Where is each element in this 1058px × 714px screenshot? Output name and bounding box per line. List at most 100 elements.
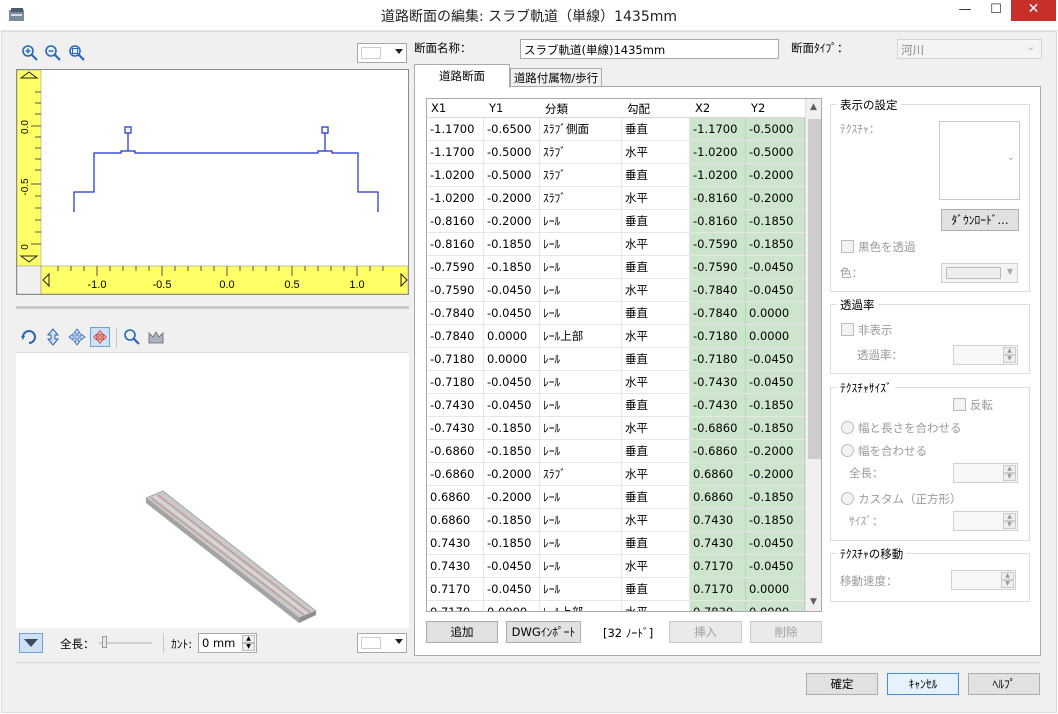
cell-y2[interactable]: -0.0450 [746, 371, 805, 393]
cell-x1[interactable]: -0.6860 [427, 440, 484, 462]
panel-splitter[interactable] [16, 306, 409, 309]
cell-class[interactable]: ｽﾗﾌﾞ [540, 187, 622, 209]
add-button[interactable]: 追加 [426, 621, 498, 643]
cell-slope[interactable]: 垂直 [622, 118, 690, 140]
texture-size-spinner[interactable]: ▲ ▼ [953, 511, 1018, 531]
table-row[interactable]: -1.1700 -0.5000 ｽﾗﾌﾞ 水平 -1.0200 -0.5000 [427, 141, 805, 164]
cell-y2[interactable]: -0.1850 [746, 210, 805, 232]
ok-button[interactable]: 確定 [806, 673, 878, 695]
cell-class[interactable]: ﾚｰﾙ [540, 486, 622, 508]
spin-down-icon[interactable]: ▼ [1003, 355, 1016, 363]
cell-x2[interactable]: -0.7180 [690, 325, 746, 347]
delete-button[interactable]: 削除 [750, 621, 822, 643]
cell-class[interactable]: ﾚｰﾙ [540, 279, 622, 301]
cell-y1[interactable]: -0.5000 [484, 164, 540, 186]
orbit-icon[interactable] [90, 327, 110, 347]
cell-y1[interactable]: -0.1850 [484, 417, 540, 439]
cell-class[interactable]: ﾚｰﾙ [540, 440, 622, 462]
vertical-scrollbar[interactable]: ▲ ▼ [805, 99, 821, 611]
cell-class[interactable]: ﾚｰﾙ上部 [540, 325, 622, 347]
column-header-class[interactable]: 分類 [545, 101, 568, 117]
cell-class[interactable]: ｽﾗﾌﾞ [540, 164, 622, 186]
cell-y2[interactable]: -0.1850 [746, 509, 805, 531]
pan-vertical-icon[interactable] [43, 327, 63, 347]
cell-slope[interactable]: 水平 [622, 187, 690, 209]
cell-x2[interactable]: 0.7170 [690, 578, 746, 600]
cell-x1[interactable]: 0.7430 [427, 555, 484, 577]
tab-road-attachments[interactable]: 道路付属物/歩行 [510, 68, 602, 87]
cell-x1[interactable]: 0.7170 [427, 578, 484, 600]
scroll-thumb[interactable] [808, 119, 821, 459]
move-icon[interactable] [67, 327, 87, 347]
cell-class[interactable]: ﾚｰﾙ [540, 348, 622, 370]
cell-class[interactable]: ﾚｰﾙ [540, 233, 622, 255]
cell-y2[interactable]: -0.0450 [746, 256, 805, 278]
table-row[interactable]: -1.0200 -0.5000 ｽﾗﾌﾞ 垂直 -1.0200 -0.2000 [427, 164, 805, 187]
fit-icon[interactable] [146, 327, 166, 347]
cell-class[interactable]: ﾚｰﾙ上部 [540, 601, 622, 611]
table-row[interactable]: -0.7430 -0.0450 ﾚｰﾙ 垂直 -0.7430 -0.1850 [427, 394, 805, 417]
cell-x1[interactable]: -0.8160 [427, 233, 484, 255]
cell-x1[interactable]: 0.6860 [427, 509, 484, 531]
cell-y1[interactable]: -0.0450 [484, 394, 540, 416]
cell-y1[interactable]: -0.0450 [484, 279, 540, 301]
table-row[interactable]: 0.7430 -0.0450 ﾚｰﾙ 水平 0.7170 -0.0450 [427, 555, 805, 578]
cell-slope[interactable]: 水平 [622, 509, 690, 531]
cell-y1[interactable]: -0.6500 [484, 118, 540, 140]
table-row[interactable]: -0.8160 -0.2000 ﾚｰﾙ 垂直 -0.8160 -0.1850 [427, 210, 805, 233]
cancel-button[interactable]: ｷｬﾝｾﾙ [887, 673, 959, 695]
cell-y1[interactable]: -0.1850 [484, 440, 540, 462]
insert-button[interactable]: 挿入 [669, 621, 742, 643]
column-header-slope[interactable]: 勾配 [627, 101, 650, 117]
cell-x1[interactable]: -0.7430 [427, 417, 484, 439]
download-button[interactable]: ﾀﾞｳﾝﾛｰﾄﾞ... [941, 209, 1019, 231]
cell-slope[interactable]: 垂直 [622, 164, 690, 186]
cell-class[interactable]: ﾚｰﾙ [540, 578, 622, 600]
spin-down-icon[interactable]: ▼ [1003, 521, 1016, 529]
spin-up-icon[interactable]: ▲ [242, 635, 255, 643]
spin-up-icon[interactable]: ▲ [1003, 347, 1016, 355]
section-canvas[interactable]: 0.0 -0.5 0 -1.0 -0.5 0.0 0.5 1.0 [16, 69, 409, 295]
zoom-out-icon[interactable] [44, 44, 62, 62]
cell-slope[interactable]: 垂直 [622, 256, 690, 278]
table-row[interactable]: 0.7170 0.0000 ﾚｰﾙ上部 水平 0.7830 0.0000 [427, 601, 805, 611]
cell-x1[interactable]: -0.7840 [427, 325, 484, 347]
cell-y2[interactable]: -0.2000 [746, 440, 805, 462]
cell-y2[interactable]: -0.0450 [746, 532, 805, 554]
camera-mode-button[interactable] [19, 633, 43, 653]
cell-y2[interactable]: -0.5000 [746, 118, 805, 140]
transparency-rate-spinner[interactable]: ▲ ▼ [953, 345, 1018, 365]
cell-y1[interactable]: -0.0450 [484, 578, 540, 600]
column-header-x2[interactable]: X2 [695, 101, 710, 115]
cant-spinner[interactable]: 0 mm ▲ ▼ [198, 633, 257, 653]
fit-width-length-radio[interactable] [841, 421, 854, 434]
spin-up-icon[interactable]: ▲ [1003, 513, 1016, 521]
cell-y2[interactable]: 0.0000 [746, 578, 805, 600]
cell-y2[interactable]: 0.0000 [746, 302, 805, 324]
table-row[interactable]: -0.6860 -0.2000 ｽﾗﾌﾞ 水平 0.6860 -0.2000 [427, 463, 805, 486]
cell-x1[interactable]: 0.7430 [427, 532, 484, 554]
cell-y1[interactable]: -0.1850 [484, 532, 540, 554]
spin-down-icon[interactable]: ▼ [1001, 580, 1014, 588]
cell-x2[interactable]: -0.7840 [690, 279, 746, 301]
texture-preview[interactable]: ⌄ [939, 121, 1020, 200]
cell-y1[interactable]: -0.0450 [484, 555, 540, 577]
table-row[interactable]: -0.7840 -0.0450 ﾚｰﾙ 垂直 -0.7840 0.0000 [427, 302, 805, 325]
hide-checkbox[interactable] [841, 323, 854, 336]
cell-slope[interactable]: 垂直 [622, 302, 690, 324]
dwg-import-button[interactable]: DWGｲﾝﾎﾟｰﾄ [506, 621, 581, 643]
close-button[interactable]: ✕ [1011, 0, 1056, 21]
cell-x1[interactable]: -0.8160 [427, 210, 484, 232]
table-row[interactable]: -0.8160 -0.1850 ﾚｰﾙ 水平 -0.7590 -0.1850 [427, 233, 805, 256]
table-row[interactable]: 0.7430 -0.1850 ﾚｰﾙ 垂直 0.7430 -0.0450 [427, 532, 805, 555]
table-row[interactable]: 0.6860 -0.2000 ﾚｰﾙ 垂直 0.6860 -0.1850 [427, 486, 805, 509]
cell-x2[interactable]: -0.7840 [690, 302, 746, 324]
cell-y1[interactable]: -0.2000 [484, 187, 540, 209]
spin-up-icon[interactable]: ▲ [1003, 465, 1016, 473]
cell-slope[interactable]: 水平 [622, 601, 690, 611]
table-row[interactable]: -1.0200 -0.2000 ｽﾗﾌﾞ 水平 -0.8160 -0.2000 [427, 187, 805, 210]
cell-y1[interactable]: -0.2000 [484, 463, 540, 485]
cell-x2[interactable]: 0.7830 [690, 601, 746, 611]
length-slider-thumb[interactable] [102, 636, 107, 648]
cell-y1[interactable]: -0.1850 [484, 509, 540, 531]
